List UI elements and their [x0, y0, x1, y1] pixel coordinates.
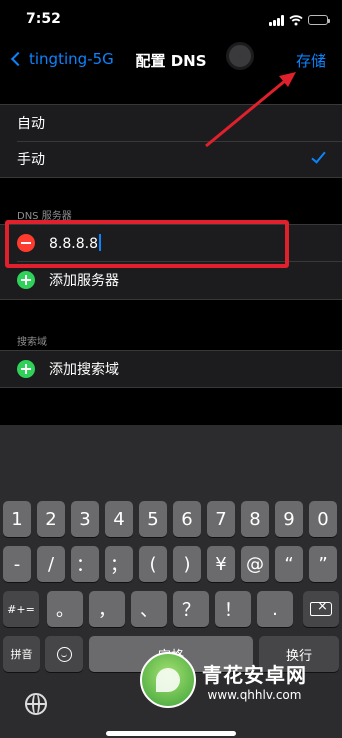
key[interactable]: 7 — [207, 501, 235, 537]
annotation-arrow-icon — [205, 72, 296, 148]
key[interactable]: ， — [89, 591, 125, 627]
watermark-logo — [140, 652, 196, 708]
watermark-text: 青花安卓网 www.qhhlv.com — [202, 659, 307, 702]
key-delete[interactable] — [303, 591, 339, 627]
key[interactable]: 8 — [241, 501, 269, 537]
key[interactable]: ？ — [173, 591, 209, 627]
key-more-symbols[interactable]: #+= — [3, 591, 39, 627]
key[interactable]: @ — [241, 546, 269, 582]
key[interactable]: ： — [71, 546, 99, 582]
key[interactable]: ) — [173, 546, 201, 582]
key[interactable]: “ — [275, 546, 303, 582]
search-domains-group: 添加搜索域 — [0, 350, 342, 388]
key[interactable]: 1 — [3, 501, 31, 537]
add-circle-icon — [17, 360, 35, 378]
watermark: 青花安卓网 www.qhhlv.com — [140, 652, 307, 708]
key[interactable]: ¥ — [207, 546, 235, 582]
add-server-label: 添加服务器 — [49, 273, 119, 289]
key[interactable]: 2 — [37, 501, 65, 537]
key[interactable]: / — [37, 546, 65, 582]
emoji-icon — [56, 646, 72, 662]
key[interactable]: 9 — [275, 501, 303, 537]
key[interactable]: 、 — [131, 591, 167, 627]
watermark-name: 青花安卓网 — [202, 662, 307, 687]
add-search-domain-label: 添加搜索域 — [49, 362, 119, 378]
delete-backspace-icon — [310, 599, 332, 616]
key[interactable]: ； — [105, 546, 133, 582]
add-circle-icon — [17, 271, 35, 289]
key[interactable]: - — [3, 546, 31, 582]
key-pinyin[interactable]: 拼音 — [3, 636, 40, 672]
key[interactable]: ( — [139, 546, 167, 582]
home-indicator — [106, 731, 236, 736]
key[interactable]: 4 — [105, 501, 133, 537]
highlight-annotation-box — [5, 220, 289, 268]
key[interactable]: 5 — [139, 501, 167, 537]
add-search-domain-row[interactable]: 添加搜索域 — [0, 351, 342, 387]
key[interactable]: . — [257, 591, 293, 627]
key[interactable]: 0 — [309, 501, 337, 537]
key-emoji[interactable] — [45, 636, 83, 672]
watermark-url: www.qhhlv.com — [207, 687, 302, 702]
key[interactable]: 6 — [173, 501, 201, 537]
key[interactable]: 。 — [47, 591, 83, 627]
key[interactable]: ” — [309, 546, 337, 582]
search-domains-header: 搜索域 — [17, 337, 47, 348]
key[interactable]: 3 — [71, 501, 99, 537]
globe-icon[interactable] — [25, 693, 47, 715]
key[interactable]: ！ — [215, 591, 251, 627]
